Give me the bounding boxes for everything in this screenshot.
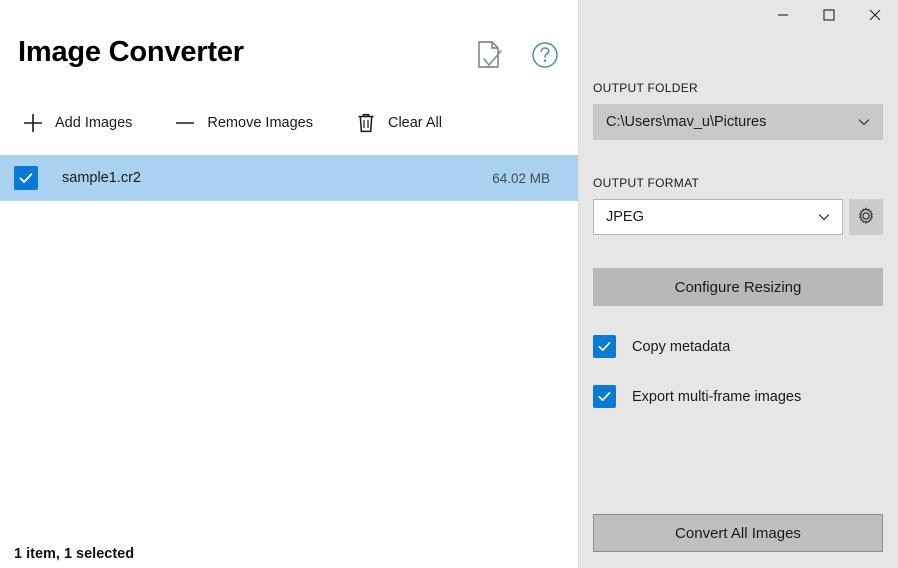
help-circle-icon [531, 41, 559, 72]
plus-icon [22, 112, 44, 134]
copy-metadata-option[interactable]: Copy metadata [593, 335, 730, 358]
settings-content: OUTPUT FOLDER C:\Users\mav_u\Pictures OU… [578, 32, 898, 568]
output-folder-label: OUTPUT FOLDER [593, 81, 698, 95]
copy-metadata-label: Copy metadata [632, 339, 730, 355]
minus-icon [174, 112, 196, 134]
export-multiframe-option[interactable]: Export multi-frame images [593, 385, 801, 408]
export-multiframe-checkbox[interactable] [593, 385, 616, 408]
header-icon-group [469, 36, 565, 76]
output-format-label: OUTPUT FORMAT [593, 176, 699, 190]
gear-icon [857, 207, 875, 228]
minimize-icon [777, 9, 789, 24]
close-button[interactable] [852, 0, 898, 32]
add-images-label: Add Images [55, 115, 132, 131]
copy-metadata-checkbox[interactable] [593, 335, 616, 358]
chevron-down-icon [814, 207, 834, 227]
page-title: Image Converter [18, 36, 244, 69]
chevron-down-icon [854, 112, 874, 132]
maximize-button[interactable] [806, 0, 852, 32]
document-check-icon [475, 40, 503, 73]
export-multiframe-label: Export multi-frame images [632, 389, 801, 405]
row-checkbox[interactable] [14, 166, 38, 190]
minimize-button[interactable] [760, 0, 806, 32]
output-format-value: JPEG [606, 209, 814, 225]
output-folder-value: C:\Users\mav_u\Pictures [606, 114, 854, 130]
document-check-button[interactable] [469, 36, 509, 76]
help-button[interactable] [525, 36, 565, 76]
output-format-combobox[interactable]: JPEG [593, 199, 843, 235]
remove-images-button[interactable]: Remove Images [166, 106, 325, 140]
settings-panel: OUTPUT FOLDER C:\Users\mav_u\Pictures OU… [578, 0, 898, 568]
clear-all-label: Clear All [388, 115, 442, 131]
remove-images-label: Remove Images [207, 115, 313, 131]
clear-all-button[interactable]: Clear All [347, 106, 454, 140]
file-name: sample1.cr2 [62, 170, 492, 186]
image-converter-window: Image Converter [0, 0, 898, 568]
trash-icon [355, 112, 377, 134]
window-controls [760, 0, 898, 32]
maximize-icon [823, 9, 835, 24]
file-size: 64.02 MB [492, 171, 550, 186]
file-list[interactable]: sample1.cr2 64.02 MB [0, 155, 578, 528]
add-images-button[interactable]: Add Images [14, 106, 144, 140]
status-bar: 1 item, 1 selected [14, 546, 134, 562]
format-settings-button[interactable] [849, 199, 883, 235]
table-row[interactable]: sample1.cr2 64.02 MB [0, 155, 578, 201]
toolbar: Add Images Remove Images [14, 106, 454, 140]
close-icon [869, 9, 881, 24]
output-folder-combobox[interactable]: C:\Users\mav_u\Pictures [593, 104, 883, 140]
convert-all-images-button[interactable]: Convert All Images [593, 514, 883, 552]
main-pane: Image Converter [0, 0, 578, 568]
configure-resizing-button[interactable]: Configure Resizing [593, 268, 883, 306]
